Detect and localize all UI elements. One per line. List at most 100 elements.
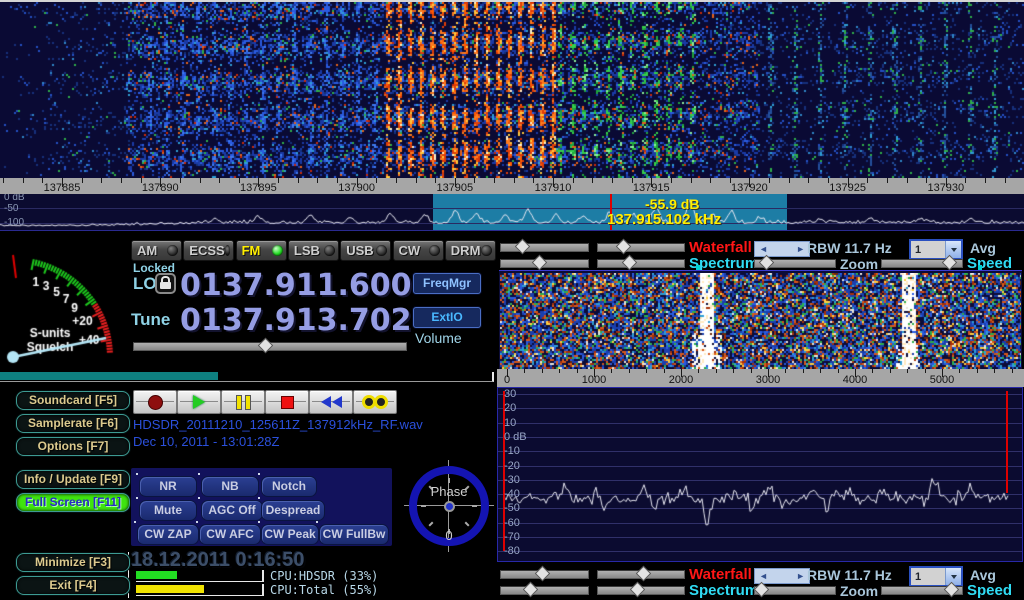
dsp-button-nb[interactable]: NB <box>201 476 259 497</box>
frequency-tick-label: 137885 <box>44 182 81 194</box>
lock-icon[interactable] <box>155 273 176 294</box>
avg-dropdown[interactable]: 1 <box>909 566 963 587</box>
pause-button[interactable] <box>221 390 265 414</box>
stop-button[interactable] <box>265 390 309 414</box>
slider-thumb[interactable] <box>630 582 646 598</box>
dsp-button-nr[interactable]: NR <box>139 476 197 497</box>
brightness-slider[interactable] <box>500 243 589 252</box>
scale-tick <box>994 369 995 373</box>
left-button-full[interactable]: Full Screen [F11] <box>16 493 130 512</box>
mode-button-drm[interactable]: DRM <box>445 240 496 261</box>
rewind-button[interactable] <box>309 390 353 414</box>
spectrum-range-slider[interactable] <box>597 259 685 268</box>
scale-tick <box>887 178 888 183</box>
scale-tick <box>691 178 692 183</box>
audio-db-label: 10 <box>504 417 516 429</box>
mode-button-fm[interactable]: FM <box>236 240 287 261</box>
left-button-options[interactable]: Options [F7] <box>16 437 130 456</box>
scale-tick <box>1012 369 1013 373</box>
lo-frequency-display[interactable]: 0137.911.600 <box>180 268 412 303</box>
speed-slider[interactable] <box>881 586 963 595</box>
slider-thumb[interactable] <box>622 255 638 271</box>
scale-tick <box>977 369 978 373</box>
slider-thumb[interactable] <box>616 239 632 255</box>
arrow-right-icon[interactable]: ► <box>796 572 805 581</box>
audio-frequency-scale[interactable]: 010002000300040005000 <box>497 369 1024 387</box>
spectrum-gain-slider[interactable] <box>500 259 589 268</box>
scale-tick <box>82 178 83 183</box>
audio-waterfall-display[interactable] <box>500 273 1021 369</box>
rf-frequency-scale[interactable]: 1378851378901378951379001379051379101379… <box>0 178 1024 194</box>
extio-button[interactable]: ExtIO <box>413 307 481 328</box>
loop-button[interactable] <box>353 390 397 414</box>
rf-spectrum-display[interactable]: 0 dB -50 -100 -55.9 dB 137.915.102 kHz <box>0 194 1024 231</box>
dsp-button-mute[interactable]: Mute <box>139 500 197 521</box>
tune-frequency-display[interactable]: 0137.913.702 <box>180 303 412 338</box>
waterfall-shift-control[interactable]: ◄► <box>754 568 810 584</box>
record-button[interactable] <box>133 390 177 414</box>
dsp-button-cw-peak[interactable]: CW Peak <box>261 524 319 545</box>
playback-position-bar[interactable] <box>0 372 494 382</box>
zoom-slider[interactable] <box>754 586 836 595</box>
contrast-slider[interactable] <box>597 570 685 579</box>
dsp-button-despread[interactable]: Despread <box>261 500 325 521</box>
dsp-button-cw-afc[interactable]: CW AFC <box>199 524 261 545</box>
spectrum-range-slider[interactable] <box>597 586 685 595</box>
play-button[interactable] <box>177 390 221 414</box>
arrow-left-icon[interactable]: ◄ <box>759 572 768 581</box>
waterfall-shift-control[interactable]: ◄► <box>754 241 810 257</box>
audio-spectrum-display[interactable]: 3020100 dB-10-20-30-40-50-60-70-80 <box>497 387 1023 562</box>
scale-tick <box>751 369 752 373</box>
slider-thumb[interactable] <box>532 255 548 271</box>
mode-button-am[interactable]: AM <box>131 240 182 261</box>
scale-tick <box>23 178 24 183</box>
audio-db-label: -20 <box>504 460 520 472</box>
arrow-right-icon[interactable]: ► <box>796 245 805 254</box>
dsp-button-cw-fullbw[interactable]: CW FullBw <box>319 524 389 545</box>
mode-button-cw[interactable]: CW <box>393 240 444 261</box>
freqmgr-button[interactable]: FreqMgr <box>413 273 481 294</box>
slider-thumb[interactable] <box>523 582 539 598</box>
s-meter-gauge[interactable] <box>2 242 124 372</box>
avg-label: Avg <box>970 240 996 256</box>
slider-thumb[interactable] <box>515 239 531 255</box>
rf-waterfall-display[interactable] <box>0 2 1024 178</box>
left-button-minimize[interactable]: Minimize [F3] <box>16 553 130 572</box>
spectrum-db-label: -100 <box>4 217 24 228</box>
volume-slider[interactable] <box>133 342 407 351</box>
avg-dropdown[interactable]: 1 <box>909 239 963 260</box>
audio-db-label: -60 <box>504 517 520 529</box>
spectrum-gain-slider[interactable] <box>500 586 589 595</box>
slider-thumb[interactable] <box>535 566 551 582</box>
dsp-button-agc-off[interactable]: AGC Off <box>201 500 263 521</box>
volume-slider-thumb[interactable] <box>258 338 274 354</box>
slider-thumb[interactable] <box>759 255 775 271</box>
slider-thumb[interactable] <box>636 566 652 582</box>
dsp-button-notch[interactable]: Notch <box>261 476 317 497</box>
zoom-slider[interactable] <box>754 259 836 268</box>
rbw-label: RBW 11.7 Hz <box>807 240 892 256</box>
scale-tick <box>867 178 868 183</box>
arrow-left-icon[interactable]: ◄ <box>759 245 768 254</box>
scale-tick <box>396 178 397 183</box>
mode-button-lsb[interactable]: LSB <box>288 240 339 261</box>
playback-position-fill <box>0 372 218 380</box>
scale-tick <box>716 369 717 373</box>
avg-dropdown-value: 1 <box>911 244 945 256</box>
left-button-samplerate[interactable]: Samplerate [F6] <box>16 414 130 433</box>
left-button-soundcard[interactable]: Soundcard [F5] <box>16 391 130 410</box>
scale-tick <box>808 178 809 183</box>
contrast-slider[interactable] <box>597 243 685 252</box>
brightness-slider[interactable] <box>500 570 589 579</box>
mode-button-ecss[interactable]: ECSS <box>183 240 234 261</box>
scale-tick <box>789 178 790 183</box>
mode-button-usb[interactable]: USB <box>340 240 391 261</box>
speed-slider[interactable] <box>881 259 963 268</box>
audio-db-label: -80 <box>504 545 520 557</box>
dsp-button-cw-zap[interactable]: CW ZAP <box>137 524 199 545</box>
audio-frequency-tick-label: 5000 <box>930 374 954 386</box>
frequency-tick-label: 137920 <box>731 182 768 194</box>
left-button-info[interactable]: Info / Update [F9] <box>16 470 130 489</box>
mode-button-label: USB <box>346 243 373 258</box>
left-button-exit[interactable]: Exit [F4] <box>16 576 130 595</box>
